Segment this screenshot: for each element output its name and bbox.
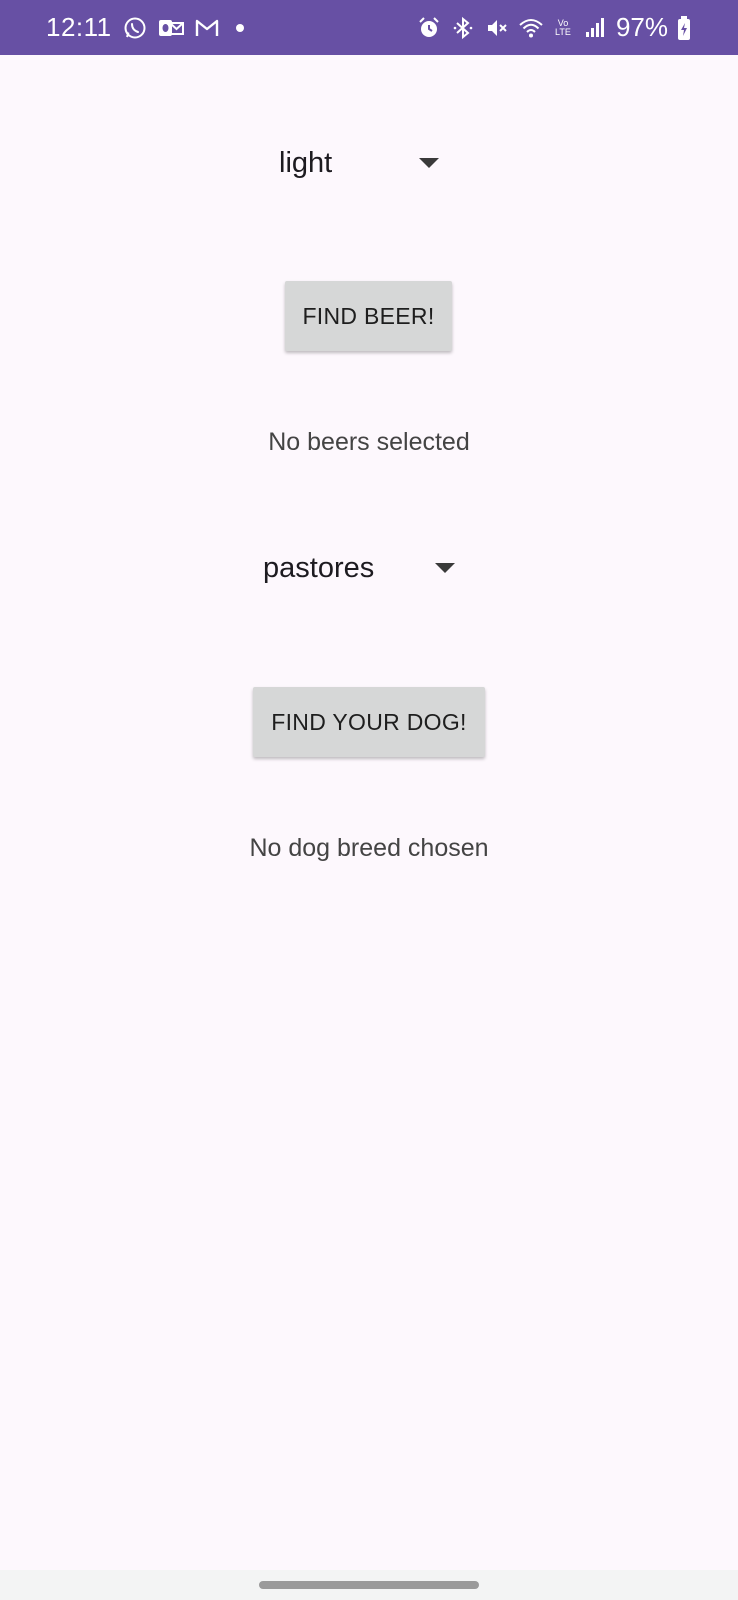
gesture-handle[interactable] — [259, 1581, 479, 1589]
beer-spinner-value: light — [279, 146, 333, 179]
beer-type-spinner[interactable]: light — [279, 133, 439, 193]
dropdown-arrow-icon — [419, 158, 439, 168]
battery-percentage: 97% — [615, 12, 668, 42]
status-right-group: Vo LTE 97% — [416, 12, 692, 43]
dog-spinner-value: pastores — [263, 551, 375, 584]
find-beer-button[interactable]: FIND BEER! — [285, 281, 452, 351]
mute-icon — [484, 15, 510, 41]
status-time: 12:11 — [46, 12, 112, 42]
volte-icon: Vo LTE — [552, 15, 574, 41]
dog-result-text: No dog breed chosen — [249, 834, 489, 862]
battery-charging-icon — [676, 15, 692, 41]
signal-icon — [582, 15, 608, 41]
status-bar: 12:11 Vo LTE 97% — [0, 0, 738, 55]
alarm-icon — [416, 15, 442, 41]
volte-label: Vo LTE — [555, 17, 571, 37]
dog-breed-spinner[interactable]: pastores — [263, 538, 455, 598]
wifi-icon — [518, 15, 544, 41]
beer-result-text: No beers selected — [268, 428, 470, 456]
gmail-icon — [194, 15, 220, 41]
status-left-group: 12:11 — [46, 12, 416, 43]
navigation-bar — [0, 1570, 738, 1600]
bluetooth-icon — [450, 15, 476, 41]
find-dog-button[interactable]: FIND YOUR DOG! — [253, 687, 485, 757]
outlook-icon — [158, 15, 184, 41]
dropdown-arrow-icon — [435, 563, 455, 573]
notification-dot-icon — [235, 23, 244, 32]
whatsapp-icon — [122, 15, 148, 41]
